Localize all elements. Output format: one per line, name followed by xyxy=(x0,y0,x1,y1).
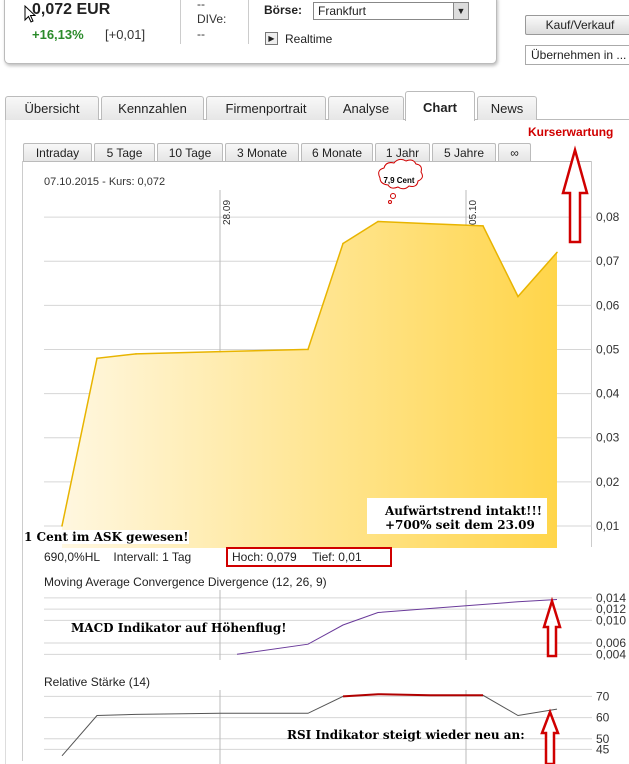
price-point xyxy=(517,295,519,298)
trend-line-1: Aufwärtstrend intakt!!! xyxy=(385,504,542,518)
y-tick-label: 0,02 xyxy=(596,475,620,489)
rsi-note: RSI Indikator steigt wieder neu an: xyxy=(287,728,525,742)
macd-title: Moving Average Convergence Divergence (1… xyxy=(44,575,327,589)
price-point xyxy=(307,348,309,351)
price-point xyxy=(219,350,221,353)
price-point xyxy=(377,220,379,223)
cloud-annotation: 7,9 Cent xyxy=(378,158,423,204)
cloud-label: 7,9 Cent xyxy=(383,176,414,185)
rsi-title: Relative Stärke (14) xyxy=(44,675,151,689)
ask-annotation: 1 Cent im ASK gewesen! xyxy=(24,530,189,544)
tab-chart[interactable]: Chart xyxy=(405,91,475,121)
price-point xyxy=(482,225,484,227)
price-point xyxy=(61,525,63,527)
hoch-tief-box: Hoch: 0,079 Tief: 0,01 xyxy=(226,547,392,567)
y-tick-label: 0,03 xyxy=(596,431,620,445)
price-point xyxy=(342,242,344,245)
stats-intervall: Intervall: 1 Tag xyxy=(113,550,192,564)
x-tick-label: 28.09 xyxy=(222,200,233,225)
y-tick-label: 0,010 xyxy=(596,613,626,627)
y-tick-label: 45 xyxy=(596,742,610,756)
macd-note: MACD Indikator auf Höhenflug! xyxy=(71,621,287,635)
y-tick-label: 0,07 xyxy=(596,254,620,268)
y-tick-label: 0,004 xyxy=(596,647,626,661)
stats-row: 690,0%HL Intervall: 1 Tag xyxy=(44,550,201,564)
y-tick-label: 0,05 xyxy=(596,342,620,356)
y-tick-label: 60 xyxy=(596,711,610,725)
price-point xyxy=(556,251,558,254)
y-tick-label: 0,06 xyxy=(596,298,620,312)
price-point xyxy=(96,357,98,360)
trend-annotation: Aufwärtstrend intakt!!! +700% seit dem 2… xyxy=(367,498,547,534)
y-tick-label: 70 xyxy=(596,689,610,703)
y-tick-label: 0,04 xyxy=(596,387,620,401)
price-point xyxy=(429,222,431,225)
rsi-line xyxy=(61,693,558,757)
up-arrow-icon xyxy=(561,145,589,244)
stats-hoch: Hoch: 0,079 xyxy=(232,550,297,564)
trend-line-2: +700% seit dem 23.09 xyxy=(385,518,535,532)
x-tick-label: 05.10 xyxy=(468,200,479,225)
stats-hl: 690,0%HL xyxy=(44,550,101,564)
y-tick-label: 0,08 xyxy=(596,210,620,224)
price-point xyxy=(135,353,137,355)
y-tick-label: 0,01 xyxy=(596,519,620,533)
up-arrow-icon xyxy=(540,708,560,764)
price-chart: 0,01 0,02 0,03 0,04 0,05 0,06 0,07 0,08 28.09 05… xyxy=(44,145,626,764)
stats-tief: Tief: 0,01 xyxy=(312,550,362,564)
